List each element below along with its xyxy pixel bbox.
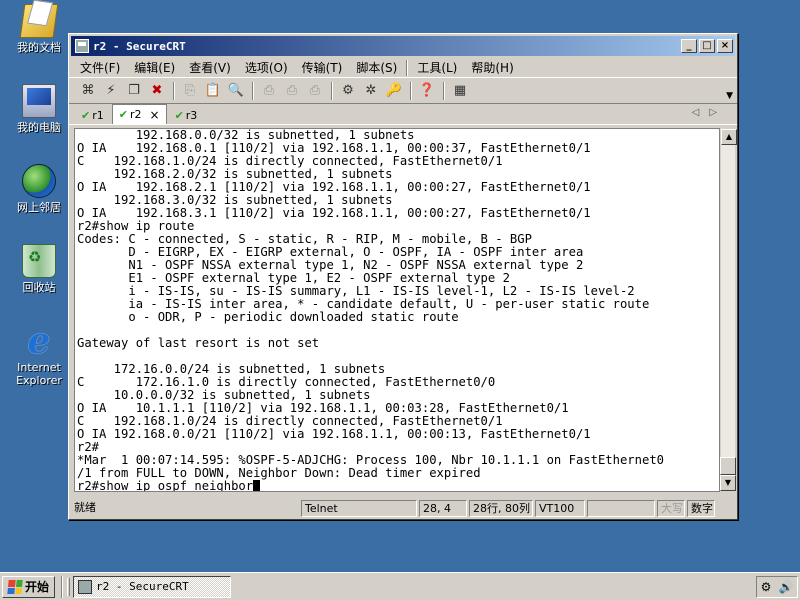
- desktop-icon-label: 网上邻居: [17, 201, 61, 214]
- menu-separator: [406, 59, 409, 76]
- status-protocol: Telnet: [301, 499, 417, 517]
- terminal-screen[interactable]: 192.168.0.0/32 is subnetted, 1 subnets O…: [74, 128, 720, 492]
- menu-options[interactable]: 选项(O): [238, 59, 295, 76]
- system-tray: ⚙ 🔊: [756, 576, 798, 598]
- find-icon[interactable]: 🔍: [225, 81, 247, 101]
- network-places-icon: [22, 164, 56, 198]
- terminal-prompt-line: r2#show ip ospf neighbor: [77, 479, 254, 492]
- connect-icon[interactable]: ⌘: [77, 81, 99, 101]
- tab-r2[interactable]: ✔ r2 ×: [111, 104, 167, 124]
- terminal-output: 192.168.0.0/32 is subnetted, 1 subnets O…: [77, 128, 664, 492]
- desktop-icon-label: 我的电脑: [17, 121, 61, 134]
- securecrt-app-icon: [78, 579, 93, 594]
- connected-check-icon: ✔: [81, 108, 91, 122]
- taskbar: 开始 r2 - SecureCRT ⚙ 🔊: [0, 572, 800, 600]
- title-bar[interactable]: r2 - SecureCRT _ □ ×: [71, 36, 735, 56]
- my-computer-icon: [22, 84, 56, 118]
- maximize-button[interactable]: □: [699, 39, 715, 53]
- menu-script[interactable]: 脚本(S): [349, 59, 404, 76]
- desktop-icon-label: Internet Explorer: [16, 361, 62, 387]
- minimize-button[interactable]: _: [681, 39, 697, 53]
- taskbar-grip: [67, 577, 71, 596]
- status-num-lock: 数字: [687, 499, 715, 517]
- desktop-icon-label: 我的文档: [17, 41, 61, 54]
- desktop-icon-internet-explorer[interactable]: e Internet Explorer: [6, 320, 72, 387]
- toolbar-separator: [173, 81, 175, 100]
- taskbar-separator: [61, 575, 64, 598]
- windows-logo-icon: [7, 579, 23, 594]
- scroll-down-icon[interactable]: ▼: [720, 475, 736, 491]
- tray-volume-icon[interactable]: 🔊: [778, 580, 793, 594]
- scroll-thumb[interactable]: [720, 457, 736, 475]
- menu-edit[interactable]: 编辑(E): [127, 59, 182, 76]
- print-selection-icon[interactable]: ⎙: [281, 81, 303, 101]
- copy-icon[interactable]: ⎘: [179, 81, 201, 101]
- tab-label: r2: [129, 108, 142, 121]
- taskbar-button-label: r2 - SecureCRT: [96, 580, 189, 593]
- recycle-bin-icon: [22, 244, 56, 278]
- tab-r3[interactable]: ✔ r3: [169, 106, 204, 124]
- toolbar-separator: [252, 81, 254, 100]
- terminal-scrollbar[interactable]: ▲ ▼: [720, 128, 737, 492]
- tab-close-icon[interactable]: ×: [150, 108, 160, 122]
- toolbar-chevron-icon[interactable]: ▼: [726, 91, 733, 101]
- help-icon[interactable]: ❓: [416, 81, 438, 101]
- desktop-icon-label: 回收站: [22, 281, 56, 294]
- menu-tools[interactable]: 工具(L): [410, 59, 464, 76]
- tab-scroll-arrows-icon[interactable]: ◁▷: [692, 107, 727, 118]
- paste-icon[interactable]: 📋: [202, 81, 224, 101]
- scroll-up-icon[interactable]: ▲: [721, 129, 737, 145]
- print-icon[interactable]: ⎙: [258, 81, 280, 101]
- securecrt-window: r2 - SecureCRT _ □ × 文件(F) 编辑(E) 查看(V) 选…: [68, 33, 738, 520]
- quick-connect-icon[interactable]: ⚡: [100, 81, 122, 101]
- taskbar-button-securecrt[interactable]: r2 - SecureCRT: [73, 575, 232, 598]
- desktop-icon-my-documents[interactable]: 我的文档: [6, 4, 72, 54]
- status-dimensions: 28行, 80列: [469, 499, 533, 517]
- tab-r1[interactable]: ✔ r1: [75, 106, 110, 124]
- menu-view[interactable]: 查看(V): [182, 59, 238, 76]
- desktop-icon-network-places[interactable]: 网上邻居: [6, 164, 72, 214]
- screen-icon[interactable]: ▦: [449, 81, 471, 101]
- securecrt-app-icon[interactable]: [75, 39, 89, 53]
- start-label: 开始: [25, 580, 50, 594]
- status-emulation: VT100: [535, 499, 585, 517]
- terminal-cursor: [253, 480, 261, 491]
- status-bar: 就绪 Telnet 28, 4 28行, 80列 VT100 大写 数字: [71, 498, 735, 518]
- print-setup-icon[interactable]: ⎙: [304, 81, 326, 101]
- tab-label: r3: [185, 108, 198, 122]
- keymap-icon[interactable]: 🔑: [383, 81, 405, 101]
- menu-file[interactable]: 文件(F): [73, 59, 127, 76]
- status-caps-lock: 大写: [657, 499, 685, 517]
- window-title: r2 - SecureCRT: [93, 39, 186, 53]
- toolbar-separator: [410, 81, 412, 100]
- global-options-icon[interactable]: ✲: [360, 81, 382, 101]
- connect-in-tab-icon[interactable]: ❐: [123, 81, 145, 101]
- menu-bar: 文件(F) 编辑(E) 查看(V) 选项(O) 传输(T) 脚本(S) 工具(L…: [69, 58, 737, 78]
- status-blank: [587, 499, 655, 517]
- status-cursor-position: 28, 4: [419, 499, 467, 517]
- desktop-icon-my-computer[interactable]: 我的电脑: [6, 84, 72, 134]
- toolbar-separator: [443, 81, 445, 100]
- desktop-icon-recycle-bin[interactable]: 回收站: [6, 244, 72, 294]
- tray-network-icon[interactable]: ⚙: [761, 580, 772, 594]
- my-documents-icon: [19, 4, 59, 38]
- close-button[interactable]: ×: [717, 39, 733, 53]
- connected-check-icon: ✔: [174, 108, 184, 122]
- status-ready: 就绪: [74, 500, 96, 514]
- start-button[interactable]: 开始: [2, 575, 56, 598]
- toolbar-separator: [331, 81, 333, 100]
- disconnect-icon[interactable]: ✖: [146, 81, 168, 101]
- toolbar: ⌘ ⚡ ❐ ✖ ⎘ 📋 🔍 ⎙ ⎙ ⎙ ⚙ ✲ 🔑 ❓ ▦ ▼: [69, 78, 737, 104]
- menu-help[interactable]: 帮助(H): [464, 59, 520, 76]
- session-tab-bar: ✔ r1 ✔ r2 × ✔ r3 ◁▷: [69, 104, 737, 125]
- session-options-icon[interactable]: ⚙: [337, 81, 359, 101]
- connected-check-icon: ✔: [118, 108, 128, 121]
- menu-transfer[interactable]: 传输(T): [295, 59, 350, 76]
- internet-explorer-icon: e: [27, 320, 51, 362]
- tab-label: r1: [92, 108, 104, 122]
